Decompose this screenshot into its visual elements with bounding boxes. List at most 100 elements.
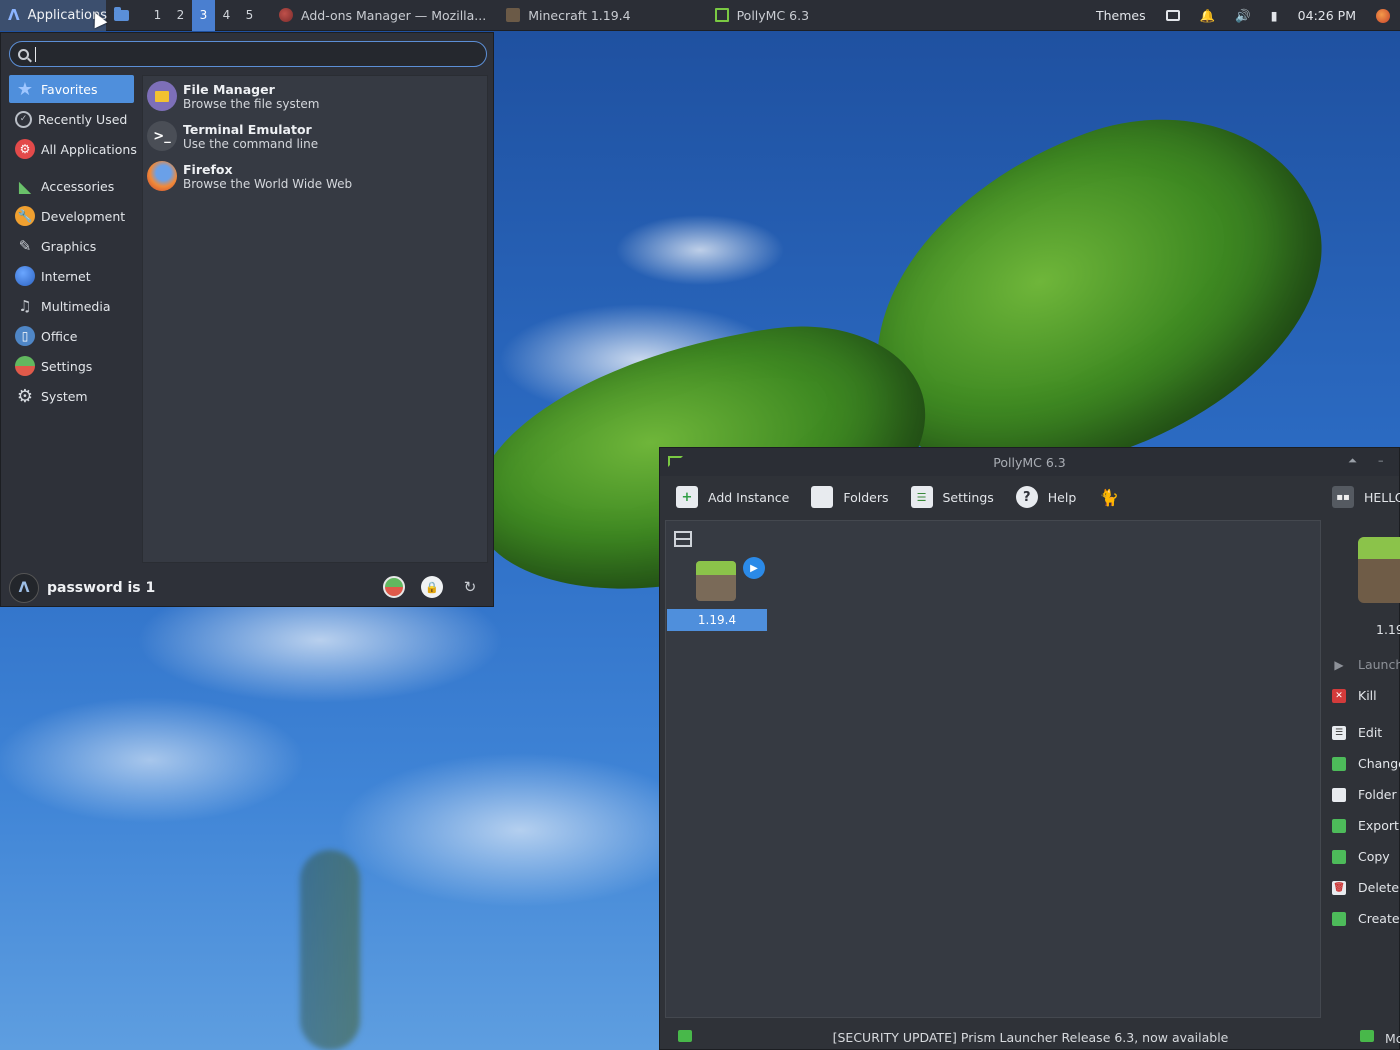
delete-button[interactable]: 🗑 Delete [1332, 880, 1399, 895]
folders-button[interactable]: Folders [811, 486, 889, 508]
folder-icon [811, 486, 834, 508]
wallpaper-plant-stem [300, 850, 360, 1050]
news-message[interactable]: [SECURITY UPDATE] Prism Launcher Release… [833, 1030, 1229, 1045]
change-group-button[interactable]: Change [1332, 756, 1400, 771]
menu-footer: Λ password is 1 🔒 ↻ [1, 568, 495, 608]
instance-name: 1.19.4 [667, 609, 767, 631]
launch-button[interactable]: ▶ Launch [1332, 657, 1400, 672]
workspace-4[interactable]: 4 [215, 0, 238, 31]
app-description: Use the command line [183, 136, 319, 151]
copy-icon [1332, 849, 1346, 864]
applications-menu: ★ Favorites ✓ Recently Used ⚙ All Applic… [0, 32, 494, 607]
toolbar-label: Help [1047, 489, 1077, 505]
document-icon: ▯ [15, 326, 35, 346]
kill-icon: ✕ [1332, 688, 1346, 703]
app-firefox[interactable]: Firefox Browse the World Wide Web [143, 156, 487, 196]
kill-button[interactable]: ✕ Kill [1332, 688, 1377, 703]
account-label: HELLO [1364, 489, 1400, 505]
search-input[interactable] [42, 46, 482, 62]
toolbar-label: Folders [843, 489, 889, 505]
cat-button[interactable]: 🐈 [1098, 486, 1120, 508]
favorites-app-list: File Manager Browse the file system >_ T… [142, 75, 488, 563]
category-label: Favorites [41, 81, 98, 97]
help-button[interactable]: ? Help [1015, 486, 1077, 508]
category-development[interactable]: 🔧 Development [9, 202, 134, 230]
side-action-label: Kill [1358, 688, 1377, 703]
category-label: Development [41, 208, 126, 224]
minimize-icon[interactable]: – [1378, 454, 1384, 467]
volume-icon[interactable]: 🔊 [1225, 0, 1261, 31]
status-right-label[interactable]: Mc [1385, 1031, 1400, 1046]
clock[interactable]: 04:26 PM [1288, 0, 1366, 31]
firefox-tray-icon[interactable] [1366, 0, 1400, 31]
clock-icon: ✓ [15, 110, 32, 128]
maximize-icon[interactable]: ⏶ [1348, 454, 1357, 468]
app-terminal-emulator[interactable]: >_ Terminal Emulator Use the command lin… [143, 116, 487, 156]
terminal-icon: >_ [147, 121, 177, 151]
category-label: All Applications [41, 141, 137, 157]
folder-icon [147, 81, 177, 111]
side-action-label: Launch [1358, 657, 1400, 672]
collapse-group-icon[interactable] [674, 531, 692, 547]
gear-icon: ⚙ [16, 385, 34, 407]
category-system[interactable]: ⚙ System [9, 382, 134, 410]
side-action-label: Delete [1358, 880, 1400, 895]
category-favorites[interactable]: ★ Favorites [9, 75, 134, 103]
app-description: Browse the file system [183, 96, 320, 111]
trash-icon: 🗑 [1332, 880, 1346, 895]
side-action-label: Folder [1358, 787, 1397, 802]
category-recently-used[interactable]: ✓ Recently Used [9, 105, 134, 133]
pollymc-icon [668, 456, 683, 467]
category-label: Office [41, 328, 78, 344]
edit-icon: ☰ [1332, 725, 1346, 740]
category-office[interactable]: ▯ Office [9, 322, 134, 350]
taskbar-item-addons-manager[interactable]: Add-ons Manager — Mozilla... [269, 0, 496, 31]
settings-manager-button[interactable] [383, 576, 405, 598]
edit-button[interactable]: ☰ Edit [1332, 725, 1382, 740]
file-manager-launcher[interactable] [106, 0, 136, 31]
avatar: Λ [9, 573, 39, 603]
create-shortcut-button[interactable]: Create [1332, 911, 1400, 926]
category-graphics[interactable]: ✎ Graphics [9, 232, 134, 260]
top-panel: Λ Applications 1 2 3 4 5 Add-ons Manager… [0, 0, 1400, 31]
display-icon[interactable] [1156, 0, 1190, 31]
category-label: Multimedia [41, 298, 111, 314]
menu-search-box[interactable] [9, 41, 487, 67]
grass-block-icon[interactable] [1358, 537, 1400, 603]
folder-button[interactable]: Folder [1332, 787, 1397, 802]
copy-button[interactable]: Copy [1332, 849, 1390, 864]
export-button[interactable]: Export [1332, 818, 1399, 833]
logout-button[interactable]: ↻ [459, 576, 481, 598]
workspace-5[interactable]: 5 [238, 0, 261, 31]
category-label: Graphics [41, 238, 97, 254]
window-titlebar[interactable]: PollyMC 6.3 ⏶ – [660, 448, 1399, 476]
settings-button[interactable]: ☰ Settings [910, 486, 994, 508]
news-icon[interactable] [678, 1030, 692, 1042]
workspace-3[interactable]: 3 [192, 0, 215, 31]
themes-button[interactable]: Themes [1086, 0, 1156, 31]
xfce-logo-icon: Λ [8, 6, 20, 24]
add-instance-button[interactable]: + Add Instance [676, 486, 789, 508]
workspace-2[interactable]: 2 [169, 0, 192, 31]
lock-screen-button[interactable]: 🔒 [421, 576, 443, 598]
account-button[interactable]: ▪▪ HELLO [1332, 486, 1400, 508]
workspace-1[interactable]: 1 [146, 0, 169, 31]
taskbar-item-pollymc[interactable]: PollyMC 6.3 [705, 0, 819, 31]
battery-icon[interactable]: ▮ [1261, 0, 1288, 31]
category-all-applications[interactable]: ⚙ All Applications [9, 135, 137, 163]
system-tray: Themes 🔔 🔊 ▮ 04:26 PM [1086, 0, 1400, 31]
app-name: Terminal Emulator [183, 121, 312, 137]
category-internet[interactable]: Internet [9, 262, 134, 290]
notification-bell-icon[interactable]: 🔔 [1190, 0, 1226, 31]
app-description: Browse the World Wide Web [183, 176, 353, 191]
category-settings[interactable]: Settings [9, 352, 134, 380]
toolbar-label: Settings [942, 489, 994, 505]
taskbar-item-minecraft[interactable]: Minecraft 1.19.4 [496, 0, 640, 31]
folder-icon [1332, 787, 1346, 802]
category-multimedia[interactable]: ♫ Multimedia [9, 292, 134, 320]
minecraft-icon [506, 8, 521, 22]
category-accessories[interactable]: ◣ Accessories [9, 172, 134, 200]
play-icon: ▶ [1334, 657, 1344, 672]
app-file-manager[interactable]: File Manager Browse the file system [143, 76, 487, 116]
news-icon[interactable] [1360, 1030, 1374, 1042]
